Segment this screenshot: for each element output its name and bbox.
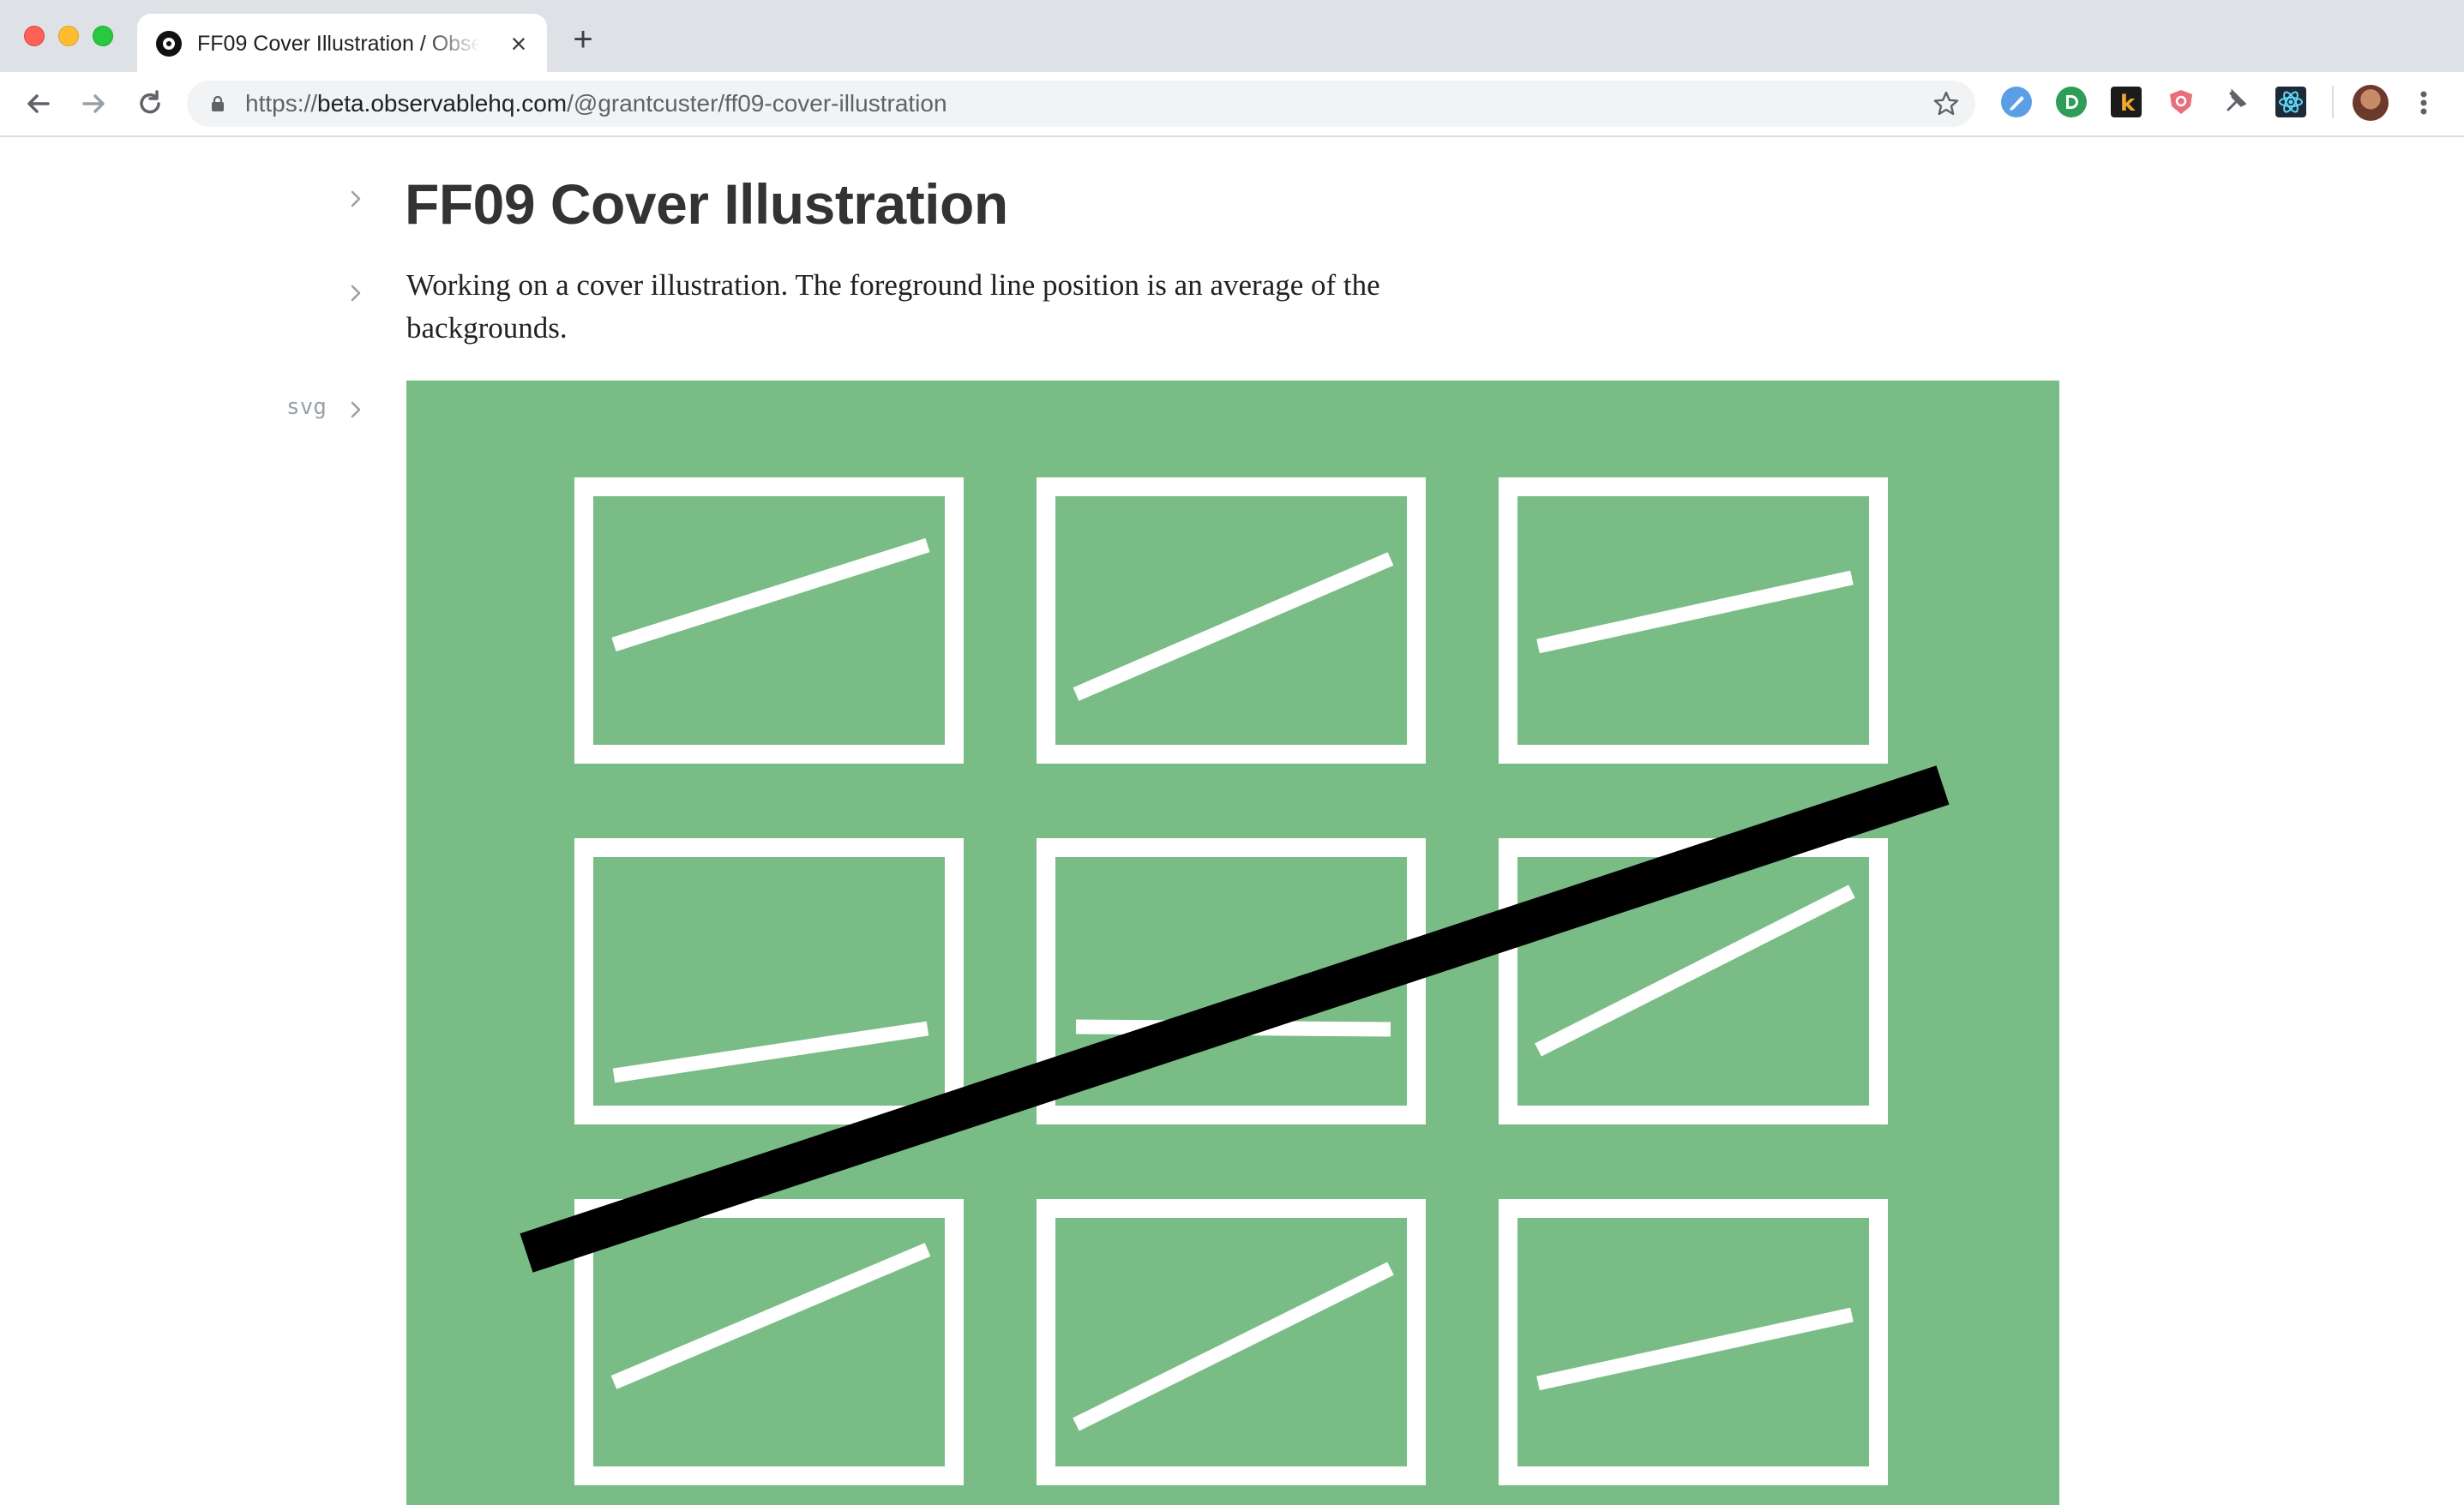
close-window-button[interactable] [24,26,45,46]
url-host: beta.observablehq.com [317,90,568,117]
browser-toolbar: https://beta.observablehq.com/@grantcust… [0,72,2464,137]
tab-title: FF09 Cover Illustration / Observable [197,32,480,56]
description-cell-toggle[interactable] [343,276,369,310]
tab-close-button[interactable]: × [504,29,533,58]
extension-pen-icon[interactable] [2001,87,2032,117]
url-path: /@grantcuster/ff09-cover-illustration [567,90,947,117]
url-text[interactable]: https://beta.observablehq.com/@grantcust… [245,90,947,117]
lock-icon [212,95,224,111]
reload-icon [140,90,160,114]
svg-cell-toggle[interactable] [343,393,369,427]
kebab-menu-icon[interactable] [2411,84,2437,122]
toolbar-divider [2332,86,2334,118]
chevron-right-icon [351,285,361,302]
page-title: FF09 Cover Illustration [405,172,1008,236]
url-scheme: https:// [245,90,318,117]
cover-illustration-svg [406,381,2059,1505]
active-tab[interactable]: FF09 Cover Illustration / Observable × [137,14,547,72]
chevron-right-icon [351,190,361,207]
arrow-right-icon [82,94,105,113]
extension-shield-icon[interactable] [2166,87,2197,117]
minimize-window-button[interactable] [58,26,79,46]
reload-button[interactable] [130,84,170,123]
profile-avatar[interactable] [2353,85,2389,121]
extension-d-icon[interactable] [2056,87,2087,117]
back-button[interactable] [19,84,58,123]
arrow-left-icon [27,94,50,113]
new-tab-button[interactable]: + [566,22,600,57]
title-cell-toggle[interactable] [343,182,369,216]
address-bar[interactable]: https://beta.observablehq.com/@grantcust… [187,81,1975,127]
extension-k-icon[interactable]: k [2111,87,2142,117]
chevron-right-icon [351,401,361,418]
extension-pin-icon[interactable] [2221,87,2251,117]
browser-tab-bar: FF09 Cover Illustration / Observable × + [0,0,2464,72]
illustration-background [406,381,2059,1505]
forward-button[interactable] [74,84,113,123]
svg-text:k: k [2120,91,2136,117]
maximize-window-button[interactable] [93,26,113,46]
star-icon [1933,91,1959,116]
observable-favicon-icon [156,31,182,57]
bookmark-star-icon[interactable] [1932,90,1960,117]
extension-react-icon[interactable] [2275,87,2306,117]
svg-cell-label: svg [286,394,327,420]
notebook-description: Working on a cover illustration. The for… [406,268,1380,345]
